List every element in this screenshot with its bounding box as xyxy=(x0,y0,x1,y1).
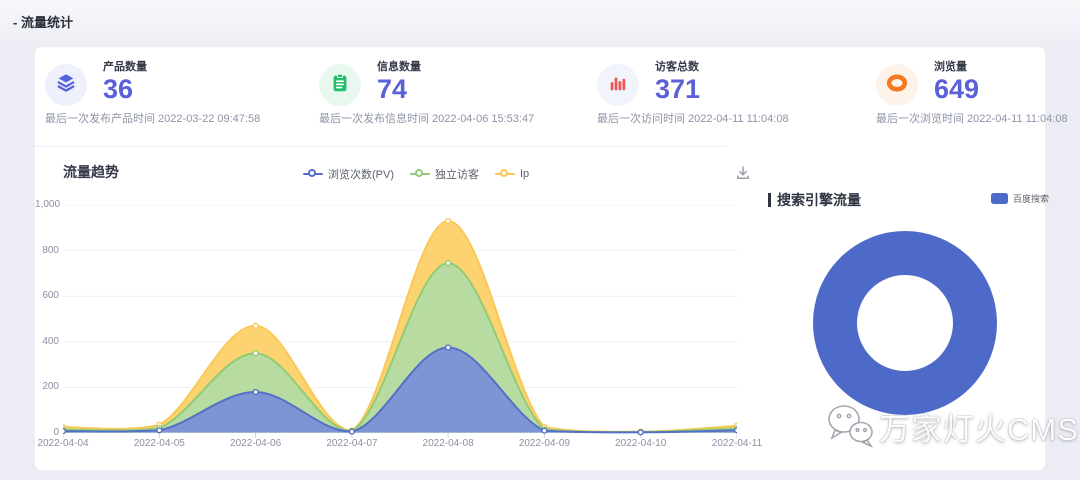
trend-panel: 流量趋势 浏览次数(PV) 独立访客 Ip 0 200 400 600 800 1,000 2… xyxy=(35,146,745,470)
stat-value: 74 xyxy=(377,75,421,105)
layers-icon xyxy=(55,72,77,99)
title-accent-bar xyxy=(768,193,771,207)
y-axis-label: 0 xyxy=(35,427,59,438)
clipboard-icon xyxy=(329,72,351,99)
search-panel-title: 搜索引擎流量 xyxy=(777,190,861,210)
donut-chart[interactable] xyxy=(810,228,1000,418)
stat-meta: 最后一次浏览时间 2022-04-11 11:04:08 xyxy=(876,110,1068,126)
legend-marker-icon xyxy=(410,169,430,179)
page-title: - 流量统计 xyxy=(13,12,73,31)
legend-swatch xyxy=(991,193,1008,204)
x-axis-label: 2022-04-10 xyxy=(607,438,675,449)
y-axis-label: 600 xyxy=(35,290,59,301)
trend-title: 流量趋势 xyxy=(63,162,119,182)
stat-block-messages: 信息数量 74 最后一次发布信息时间 2022-04-06 15:53:47 xyxy=(319,58,585,140)
stat-value: 36 xyxy=(103,75,147,105)
x-axis-label: 2022-04-09 xyxy=(510,438,578,449)
legend-label: Ip xyxy=(520,168,529,180)
trend-legend: 浏览次数(PV) 独立访客 Ip xyxy=(303,166,529,182)
stat-value: 371 xyxy=(655,75,700,105)
legend-label: 浏览次数(PV) xyxy=(328,166,394,182)
stat-label: 浏览量 xyxy=(934,58,979,74)
stat-icon-wrap-3 xyxy=(876,64,918,106)
stat-block-products: 产品数量 36 最后一次发布产品时间 2022-03-22 09:47:58 xyxy=(45,58,311,140)
legend-marker-icon xyxy=(495,169,515,179)
legend-marker-icon xyxy=(303,169,323,179)
bar-chart-icon xyxy=(607,72,629,99)
stat-value: 649 xyxy=(934,75,979,105)
legend-item-0[interactable]: 浏览次数(PV) xyxy=(303,166,394,182)
watermark: 万家灯火CMS xyxy=(824,400,1079,453)
stat-label: 产品数量 xyxy=(103,58,147,74)
y-axis-label: 800 xyxy=(35,245,59,256)
stat-block-pageviews: 浏览量 649 最后一次浏览时间 2022-04-11 11:04:08 xyxy=(876,58,1080,140)
search-legend-item[interactable]: 百度搜索 xyxy=(991,192,1049,205)
stat-icon-wrap-1 xyxy=(319,64,361,106)
x-axis-label: 2022-04-08 xyxy=(414,438,482,449)
legend-label: 百度搜索 xyxy=(1013,192,1049,205)
stat-meta: 最后一次发布信息时间 2022-04-06 15:53:47 xyxy=(319,110,534,126)
legend-label: 独立访客 xyxy=(435,166,479,182)
stat-meta: 最后一次发布产品时间 2022-03-22 09:47:58 xyxy=(45,110,260,126)
stat-meta: 最后一次访问时间 2022-04-11 11:04:08 xyxy=(597,110,789,126)
x-axis-label: 2022-04-04 xyxy=(29,438,97,449)
stat-icon-wrap-2 xyxy=(597,64,639,106)
legend-item-1[interactable]: 独立访客 xyxy=(410,166,479,182)
watermark-text: 万家灯火CMS xyxy=(879,404,1079,449)
legend-item-2[interactable]: Ip xyxy=(495,168,529,180)
y-axis-label: 400 xyxy=(35,336,59,347)
stat-block-visitors: 访客总数 371 最后一次访问时间 2022-04-11 11:04:08 xyxy=(597,58,863,140)
x-axis-label: 2022-04-06 xyxy=(222,438,290,449)
x-axis-label: 2022-04-07 xyxy=(318,438,386,449)
wechat-icon xyxy=(824,400,876,453)
y-axis-label: 200 xyxy=(35,381,59,392)
trend-chart[interactable] xyxy=(63,205,737,441)
y-axis-label: 1,000 xyxy=(35,199,59,210)
x-axis-label: 2022-04-05 xyxy=(125,438,193,449)
stat-label: 访客总数 xyxy=(655,58,700,74)
stat-label: 信息数量 xyxy=(377,58,421,74)
dashboard-page: - 流量统计 产品数量 36 最后一次发布产品时间 2022-03-22 09:… xyxy=(0,0,1080,480)
stat-icon-wrap-0 xyxy=(45,64,87,106)
eye-icon xyxy=(886,72,908,99)
